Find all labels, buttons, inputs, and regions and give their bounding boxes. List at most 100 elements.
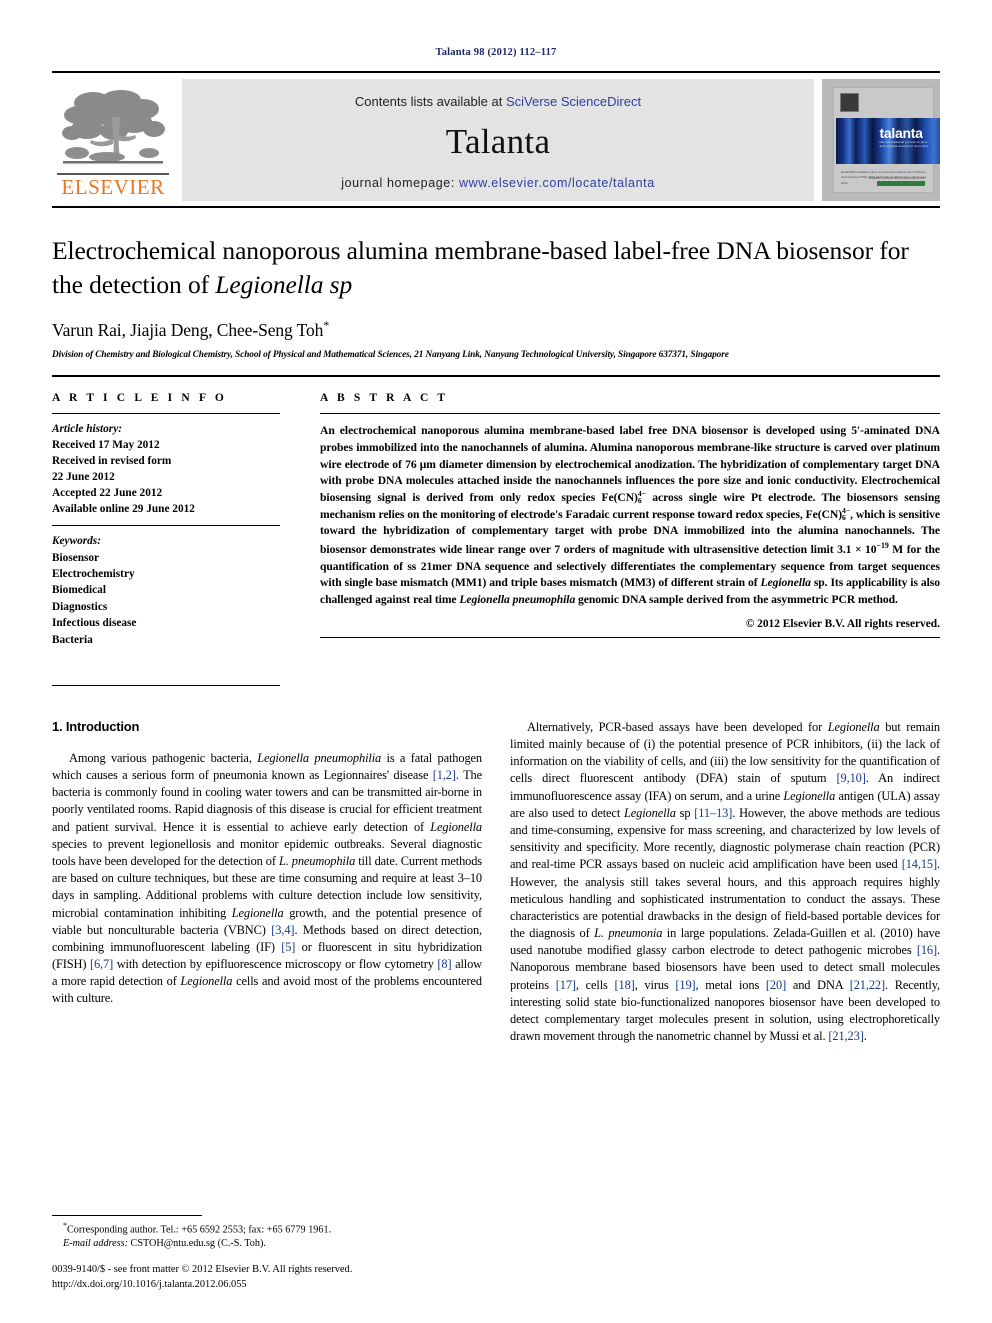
detection-limit-exponent: −19 — [876, 540, 889, 550]
citation-ref[interactable]: [6,7] — [90, 957, 113, 971]
species-name: L. pneumonia — [594, 926, 663, 941]
redox-count: 6 — [842, 512, 846, 522]
elsevier-logo: ELSEVIER — [52, 79, 174, 201]
authors-text: Varun Rai, Jiajia Deng, Chee-Seng Toh — [52, 320, 324, 341]
species-name: L. pneumophila — [278, 853, 356, 868]
footnote-rule — [52, 1214, 202, 1216]
keyword-item: Bacteria — [52, 633, 93, 646]
doi-link[interactable]: http://dx.doi.org/10.1016/j.talanta.2012… — [52, 1278, 482, 1293]
citation-ref[interactable]: [18] — [615, 978, 635, 992]
t: with detection by epifluorescence micros… — [113, 957, 438, 972]
imprint-block: 0039-9140/$ - see front matter © 2012 El… — [52, 1263, 482, 1293]
abstract-copyright: © 2012 Elsevier B.V. All rights reserved… — [745, 617, 940, 630]
email-address[interactable]: CSTOH@ntu.edu.sg (C.-S. Toh). — [128, 1238, 266, 1249]
journal-homepage-line: journal homepage: www.elsevier.com/locat… — [341, 176, 655, 190]
redox-count: 6 — [637, 496, 642, 506]
citation-ref[interactable]: [17] — [556, 978, 576, 992]
species-name: Legionella — [783, 788, 836, 803]
citation-ref[interactable]: [5] — [281, 940, 295, 954]
abstract-part-6: genomic DNA sample derived from the asym… — [575, 592, 898, 606]
email-label: E-mail address: — [63, 1237, 128, 1249]
email-note: E-mail address: CSTOH@ntu.edu.sg (C.-S. … — [52, 1237, 482, 1251]
t: , virus — [634, 977, 676, 992]
ferrocyanide-charge-1: 4− 6 — [637, 490, 646, 506]
citation-ref[interactable]: [21,23] — [828, 1029, 863, 1043]
citation-ref[interactable]: [20] — [766, 978, 786, 992]
keywords-block: Keywords: Biosensor Electrochemistry Bio… — [52, 533, 280, 648]
species-name: Legionella — [624, 805, 676, 820]
species-name: Legionella — [430, 819, 482, 834]
intro-paragraph-right: Alternatively, PCR-based assays have bee… — [510, 719, 940, 1045]
keyword-item: Biomedical — [52, 584, 106, 597]
t: . — [863, 1029, 867, 1044]
journal-homepage-link[interactable]: www.elsevier.com/locate/talanta — [459, 176, 655, 190]
article-history-label: Article history: — [52, 423, 122, 436]
history-item: 22 June 2012 — [52, 471, 115, 484]
citation-ref[interactable]: [16] — [917, 943, 937, 957]
corresponding-author-marker: * — [323, 318, 330, 333]
article-info-bottom-rule — [52, 684, 280, 686]
imprint-line: 0039-9140/$ - see front matter © 2012 El… — [52, 1264, 353, 1276]
abstract-column: A B S T R A C T An electrochemical nanop… — [320, 392, 940, 686]
paper-page: Talanta 98 (2012) 112–117 ELSEVIER Conte… — [0, 0, 992, 1323]
citation-ref[interactable]: [3,4] — [271, 923, 294, 937]
title-text: Electrochemical nanoporous alumina membr… — [52, 236, 909, 299]
body-right-column: Alternatively, PCR-based assays have bee… — [510, 719, 940, 1045]
abstract-italic-2: Legionella pneumophila — [459, 592, 576, 606]
article-history: Article history: Received 17 May 2012 Re… — [52, 421, 280, 517]
t: Among various pathogenic bacteria, — [69, 750, 258, 765]
abstract-heading: A B S T R A C T — [320, 392, 449, 405]
citation-ref[interactable]: [11–13] — [694, 806, 732, 820]
history-item: Accepted 22 June 2012 — [52, 487, 163, 500]
journal-cover-thumbnail: talanta the international journal of pur… — [822, 79, 940, 201]
keyword-item: Biosensor — [52, 551, 100, 564]
citation-ref[interactable]: [19] — [675, 978, 695, 992]
contents-prefix: Contents lists available at — [354, 94, 506, 109]
species-name: Legionella — [231, 905, 284, 920]
info-abstract-section: A R T I C L E I N F O Article history: R… — [52, 377, 940, 686]
elsevier-tree-icon — [62, 90, 165, 164]
species-name: Legionella pneumophilia — [257, 750, 382, 765]
keywords-label: Keywords: — [52, 535, 101, 548]
history-item: Received 17 May 2012 — [52, 439, 160, 452]
author-list: Varun Rai, Jiajia Deng, Chee-Seng Toh* — [52, 318, 940, 341]
footnote-block: *Corresponding author. Tel.: +65 6592 25… — [52, 1214, 482, 1293]
citation-ref[interactable]: [21,22] — [850, 978, 885, 992]
journal-masthead: ELSEVIER Contents lists available at Sci… — [52, 79, 940, 201]
species-name: Legionella — [827, 719, 880, 734]
article-info-column: A R T I C L E I N F O Article history: R… — [52, 392, 280, 686]
abstract-text: An electrochemical nanoporous alumina me… — [320, 423, 940, 608]
keyword-item: Diagnostics — [52, 600, 108, 613]
citation-ref[interactable]: [1,2] — [433, 768, 456, 782]
t: , metal ions — [695, 977, 766, 992]
history-keywords-divider — [52, 525, 280, 527]
homepage-prefix: journal homepage: — [341, 176, 460, 190]
article-info-heading: A R T I C L E I N F O — [52, 392, 227, 405]
elsevier-wordmark: ELSEVIER — [57, 173, 169, 198]
cover-inner: talanta the international journal of pur… — [833, 87, 940, 193]
cover-subtitle: the international journal of pure and ap… — [879, 140, 929, 148]
abstract-italic-1: Legionella — [760, 576, 811, 590]
cover-green-bar — [877, 181, 925, 186]
article-info-rule — [52, 413, 280, 415]
citation-ref[interactable]: [14,15] — [902, 857, 937, 871]
history-item: Available online 29 June 2012 — [52, 503, 195, 516]
ferrocyanide-charge-2: 4− 6 — [842, 506, 850, 522]
intro-paragraph-left: Among various pathogenic bacteria, Legio… — [52, 750, 482, 1008]
affiliation: Division of Chemistry and Biological Che… — [52, 350, 729, 361]
cover-footer-right: Available online at www.sciencedirect.co… — [868, 176, 925, 180]
section-heading-introduction: 1. Introduction — [52, 718, 140, 734]
keyword-item: Infectious disease — [52, 617, 137, 630]
contents-available-line: Contents lists available at SciVerse Sci… — [355, 94, 641, 109]
title-italic-species: Legionella sp — [215, 269, 353, 299]
corresponding-author-note: *Corresponding author. Tel.: +65 6592 25… — [52, 1221, 482, 1237]
citation-ref[interactable]: [8] — [437, 957, 451, 971]
citation-ref[interactable]: [9,10] — [837, 771, 866, 785]
abstract-bottom-rule — [320, 636, 940, 638]
t: , cells — [575, 977, 615, 992]
t: Alternatively, PCR-based assays have bee… — [527, 719, 828, 734]
title-block: Electrochemical nanoporous alumina membr… — [52, 208, 940, 360]
t: and DNA — [786, 977, 850, 992]
sciencedirect-link[interactable]: SciVerse ScienceDirect — [506, 94, 641, 109]
header-rule — [52, 71, 940, 73]
